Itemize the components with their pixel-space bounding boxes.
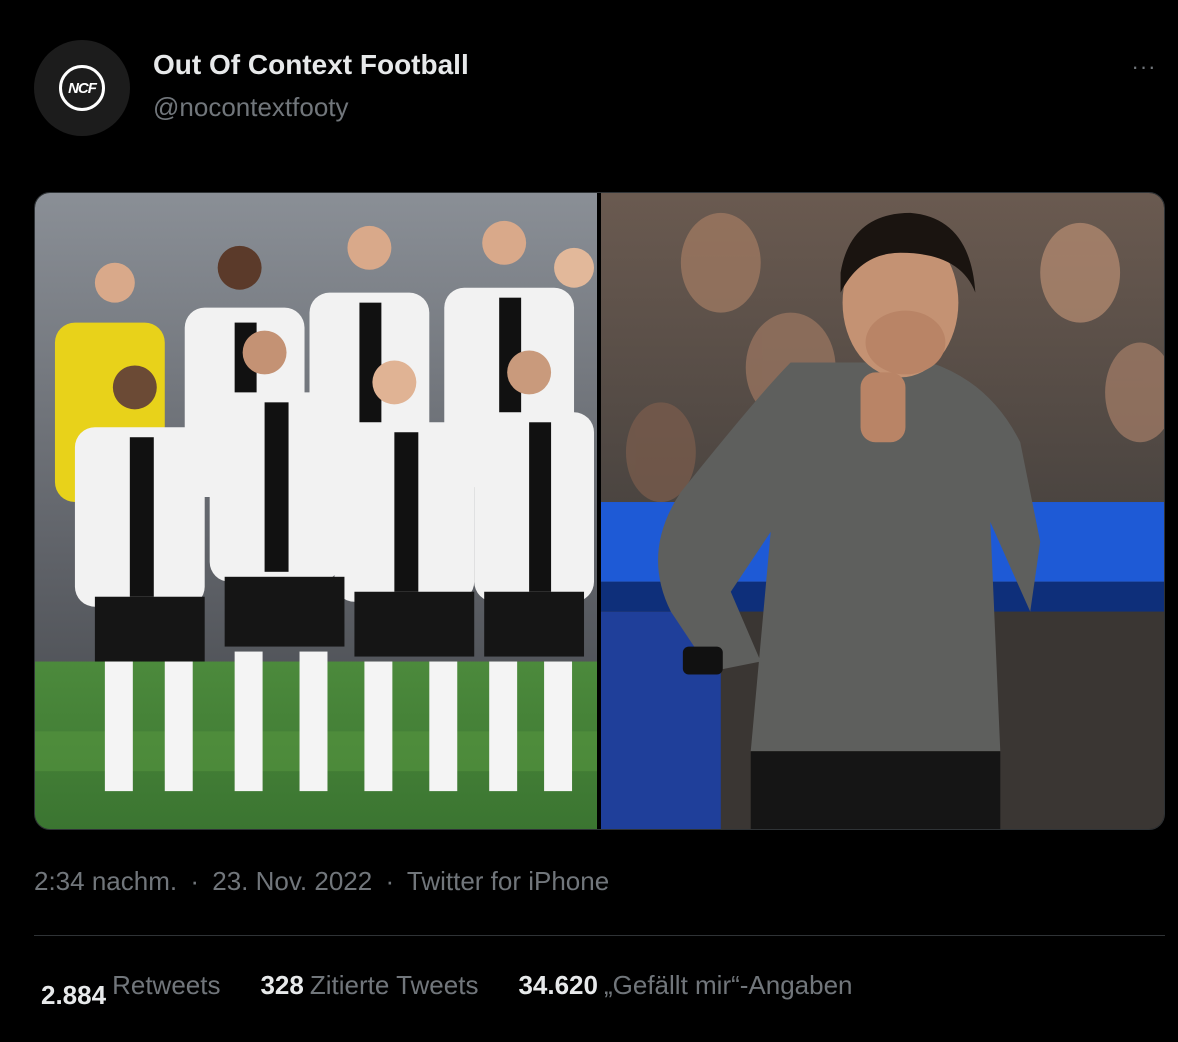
team-photo-image: [35, 193, 597, 829]
tweet-source[interactable]: Twitter for iPhone: [407, 866, 609, 896]
ncf-logo: NCF: [59, 65, 105, 111]
quote-tweets-stat[interactable]: 328 Zitierte Tweets: [260, 970, 478, 1001]
tweet-time[interactable]: 2:34 nachm.: [34, 866, 177, 896]
tweet-date[interactable]: 23. Nov. 2022: [212, 866, 372, 896]
engagement-stats: 2.884 Retweets 328 Zitierte Tweets 34.62…: [34, 970, 893, 1010]
avatar-logo-text: NCF: [68, 79, 97, 97]
quote-tweets-count: 328: [260, 970, 304, 1000]
team-photo[interactable]: [35, 193, 597, 829]
tweet: NCF Out Of Context Football @nocontextfo…: [0, 0, 1178, 1042]
likes-label: „Gefällt mir“-Angaben: [603, 970, 853, 1000]
display-name[interactable]: Out Of Context Football: [153, 49, 469, 81]
user-handle[interactable]: @nocontextfooty: [153, 92, 349, 123]
coach-photo[interactable]: [601, 193, 1164, 829]
likes-count: 34.620: [518, 970, 598, 1000]
likes-stat[interactable]: 34.620 „Gefällt mir“-Angaben: [518, 970, 852, 1001]
retweets-count: 2.884: [41, 980, 107, 1010]
retweets-stat[interactable]: 2.884 Retweets: [34, 970, 221, 1010]
tweet-media: [34, 192, 1165, 830]
divider: [34, 935, 1165, 936]
tweet-meta: 2:34 nachm. · 23. Nov. 2022 · Twitter fo…: [34, 866, 609, 897]
more-options-button[interactable]: ···: [1124, 52, 1164, 82]
more-horizontal-icon: ···: [1131, 54, 1157, 79]
quote-tweets-label: Zitierte Tweets: [309, 970, 479, 1000]
meta-separator: ·: [190, 866, 199, 896]
meta-separator: ·: [385, 866, 395, 896]
coach-photo-image: [601, 193, 1164, 829]
avatar[interactable]: NCF: [34, 40, 130, 136]
retweets-label: Retweets: [112, 970, 221, 1000]
